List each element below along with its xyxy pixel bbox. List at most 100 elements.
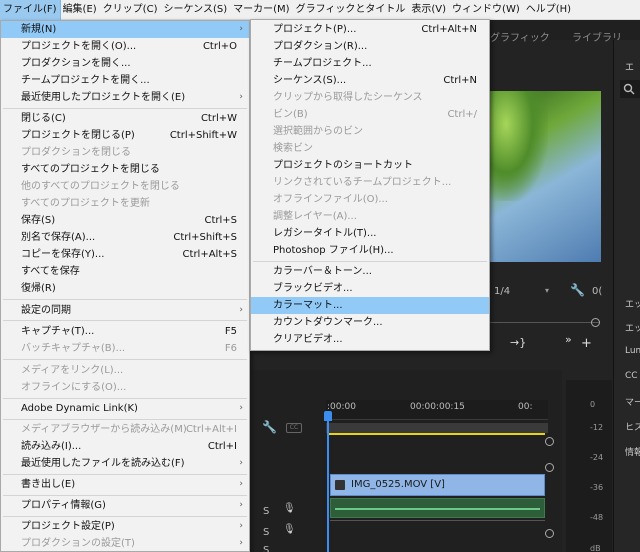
- file-properties[interactable]: プロパティ情報(G) ›: [1, 497, 249, 514]
- tab-graphics[interactable]: グラフィック: [490, 29, 550, 44]
- right-panel-item[interactable]: Lum: [625, 346, 640, 356]
- captions-icon[interactable]: CC: [286, 423, 302, 433]
- more-controls-icon[interactable]: »: [565, 333, 572, 346]
- new-bin[interactable]: ビン(B) Ctrl+/: [251, 106, 489, 123]
- new-color-matte[interactable]: カラーマット...: [251, 297, 489, 314]
- chevron-right-icon: ›: [239, 24, 243, 34]
- new-production[interactable]: プロダクション(R)...: [251, 38, 489, 55]
- new-team-project[interactable]: チームプロジェクト...: [251, 55, 489, 72]
- playhead[interactable]: [327, 412, 329, 552]
- insert-icon[interactable]: →}: [510, 336, 526, 349]
- microphone-icon[interactable]: 🎙: [283, 524, 296, 535]
- chevron-right-icon: ›: [239, 305, 243, 315]
- menu-view[interactable]: 表示(V): [408, 0, 449, 20]
- solo-toggle[interactable]: S: [263, 506, 269, 517]
- file-export[interactable]: 書き出し(E) ›: [1, 476, 249, 493]
- meter-tick: dB: [590, 544, 601, 552]
- file-open-project[interactable]: プロジェクトを開く(O)... Ctrl+O: [1, 38, 249, 55]
- menu-graphics-titles[interactable]: グラフィックとタイトル: [293, 0, 409, 20]
- file-link-media[interactable]: メディアをリンク(L)...: [1, 362, 249, 379]
- file-import-recent[interactable]: 最近使用したファイルを読み込む(F) ›: [1, 455, 249, 472]
- chevron-down-icon[interactable]: ▾: [545, 286, 549, 295]
- new-search-bin[interactable]: 検索ビン: [251, 140, 489, 157]
- file-revert[interactable]: 復帰(R): [1, 280, 249, 297]
- new-bars-and-tone[interactable]: カラーバー＆トーン...: [251, 263, 489, 280]
- menu-window[interactable]: ウィンドウ(W): [449, 0, 523, 20]
- new-bin-from-selection[interactable]: 選択範囲からのビン: [251, 123, 489, 140]
- file-open-production[interactable]: プロダクションを開く...: [1, 55, 249, 72]
- new-sequence[interactable]: シーケンス(S)... Ctrl+N: [251, 72, 489, 89]
- file-import[interactable]: 読み込み(I)... Ctrl+I: [1, 438, 249, 455]
- file-batch-capture[interactable]: バッチキャプチャ(B)... F6: [1, 340, 249, 357]
- shortcut: Ctrl+I: [207, 441, 237, 452]
- track-header-strip: [326, 423, 548, 433]
- new-legacy-title[interactable]: レガシータイトル(T)...: [251, 225, 489, 242]
- file-close-project[interactable]: プロジェクトを閉じる(P) Ctrl+Shift+W: [1, 127, 249, 144]
- file-save-copy[interactable]: コピーを保存(Y)... Ctrl+Alt+S: [1, 246, 249, 263]
- file-close[interactable]: 閉じる(C) Ctrl+W: [1, 110, 249, 127]
- shortcut: Ctrl+Alt+I: [185, 424, 237, 435]
- menu-separator: [3, 419, 247, 420]
- timecode-readout: 0(: [592, 286, 603, 297]
- new-offline-file[interactable]: オフラインファイル(O)...: [251, 191, 489, 208]
- menu-marker[interactable]: マーカー(M): [230, 0, 292, 20]
- right-panel-tab[interactable]: エ: [625, 60, 634, 73]
- right-panel-item[interactable]: エッ: [625, 321, 640, 334]
- new-black-video[interactable]: ブラックビデオ...: [251, 280, 489, 297]
- file-import-from-media-browser[interactable]: メディアブラウザーから読み込み(M) Ctrl+Alt+I: [1, 421, 249, 438]
- file-open-team-project[interactable]: チームプロジェクトを開く...: [1, 72, 249, 89]
- file-close-all-projects[interactable]: すべてのプロジェクトを閉じる: [1, 161, 249, 178]
- right-panel-item[interactable]: ヒス: [625, 420, 640, 433]
- zoom-handle[interactable]: [545, 463, 554, 472]
- menu-clip[interactable]: クリップ(C): [100, 0, 161, 20]
- new-transparent-video[interactable]: クリアビデオ...: [251, 331, 489, 348]
- right-search-icon[interactable]: [620, 80, 640, 98]
- meter-tick: 0: [590, 400, 596, 409]
- ruler-label: 00:00:00:15: [410, 402, 465, 412]
- file-save-all[interactable]: すべてを保存: [1, 263, 249, 280]
- right-panel-item[interactable]: CC: [625, 371, 638, 381]
- add-button-icon[interactable]: +: [581, 336, 592, 351]
- solo-toggle[interactable]: S: [263, 527, 269, 538]
- menu-edit[interactable]: 編集(E): [60, 0, 100, 20]
- file-open-recent-project[interactable]: 最近使用したプロジェクトを開く(E) ›: [1, 89, 249, 106]
- zoom-handle[interactable]: [545, 437, 554, 446]
- file-close-production[interactable]: プロダクションを閉じる: [1, 144, 249, 161]
- file-save-as[interactable]: 別名で保存(A)... Ctrl+Shift+S: [1, 229, 249, 246]
- wrench-icon[interactable]: 🔧: [570, 283, 585, 297]
- microphone-icon[interactable]: 🎙: [283, 503, 296, 514]
- menu-bar: ファイル(F) 編集(E) クリップ(C) シーケンス(S) マーカー(M) グ…: [0, 0, 640, 21]
- file-refresh-all-projects[interactable]: すべてのプロジェクトを更新: [1, 195, 249, 212]
- wrench-icon[interactable]: 🔧: [262, 420, 277, 434]
- new-adjustment-layer[interactable]: 調整レイヤー(A)...: [251, 208, 489, 225]
- file-sync-settings[interactable]: 設定の同期 ›: [1, 302, 249, 319]
- right-panel-item[interactable]: 情報: [625, 445, 640, 458]
- file-capture[interactable]: キャプチャ(T)... F5: [1, 323, 249, 340]
- file-make-offline[interactable]: オフラインにする(O)...: [1, 379, 249, 396]
- menu-sequence[interactable]: シーケンス(S): [160, 0, 230, 20]
- file-dynamic-link[interactable]: Adobe Dynamic Link(K) ›: [1, 400, 249, 417]
- scrub-bar[interactable]: [490, 322, 600, 323]
- audio-clip[interactable]: [330, 498, 545, 518]
- file-production-settings[interactable]: プロダクションの設定(T) ›: [1, 535, 249, 552]
- zoom-handle[interactable]: [545, 529, 554, 538]
- file-save[interactable]: 保存(S) Ctrl+S: [1, 212, 249, 229]
- new-linked-team-project[interactable]: リンクされているチームプロジェクト...: [251, 174, 489, 191]
- right-panel-item[interactable]: マー: [625, 395, 640, 408]
- solo-toggle[interactable]: S: [263, 545, 269, 552]
- file-new[interactable]: 新規(N) ›: [1, 21, 249, 38]
- right-panel-item[interactable]: エッ: [625, 297, 640, 310]
- menu-help[interactable]: ヘルプ(H): [523, 0, 574, 20]
- new-photoshop-file[interactable]: Photoshop ファイル(H)...: [251, 242, 489, 259]
- file-close-other-projects[interactable]: 他のすべてのプロジェクトを閉じる: [1, 178, 249, 195]
- file-project-settings[interactable]: プロジェクト設定(P) ›: [1, 518, 249, 535]
- new-countdown-leader[interactable]: カウントダウンマーク...: [251, 314, 489, 331]
- new-project-shortcut[interactable]: プロジェクトのショートカット: [251, 157, 489, 174]
- video-clip[interactable]: IMG_0525.MOV [V]: [330, 474, 545, 496]
- menu-file[interactable]: ファイル(F): [0, 0, 61, 21]
- meter-tick: -24: [590, 453, 604, 462]
- scrub-end-handle[interactable]: [591, 318, 600, 327]
- new-project[interactable]: プロジェクト(P)... Ctrl+Alt+N: [251, 21, 489, 38]
- playback-resolution[interactable]: 1/4: [494, 286, 510, 297]
- new-sequence-from-clip[interactable]: クリップから取得したシーケンス: [251, 89, 489, 106]
